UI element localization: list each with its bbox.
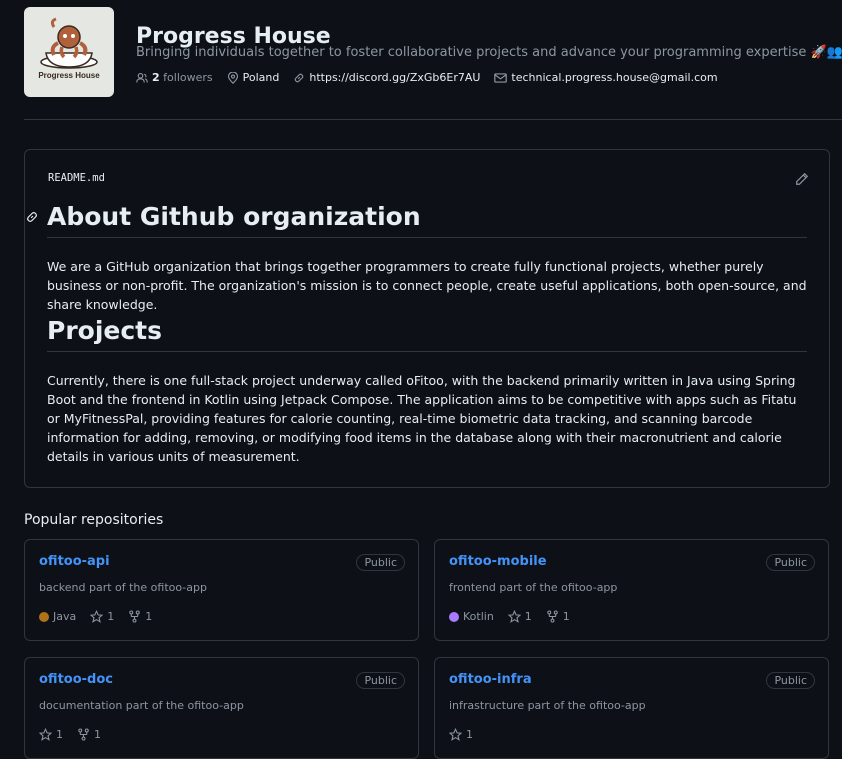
org-header: Progress House Progress House Bringing i… [24, 7, 842, 119]
email-text: technical.progress.house@gmail.com [511, 71, 718, 84]
popular-repos-title: Popular repositories [24, 512, 164, 528]
repo-description: backend part of the ofitoo-app [39, 581, 207, 594]
language-color-dot [39, 611, 49, 622]
stars-count: 1 [107, 610, 115, 623]
stars-link[interactable]: 1 [507, 610, 532, 623]
org-logo[interactable]: Progress House [24, 7, 114, 97]
repo-name-link[interactable]: ofitoo-mobile [449, 554, 547, 569]
forks-count: 1 [145, 610, 153, 623]
star-icon [449, 728, 462, 741]
repo-meta: Kotlin 1 1 [449, 610, 584, 623]
repo-name-link[interactable]: ofitoo-infra [449, 672, 532, 687]
fork-icon [129, 610, 140, 623]
readme-paragraph-about: We are a GitHub organization that brings… [47, 259, 807, 312]
repo-meta: 1 1 [39, 728, 115, 741]
repo-card: ofitoo-doc Public documentation part of … [24, 657, 419, 759]
visibility-badge: Public [766, 672, 815, 689]
followers-label: followers [163, 71, 213, 84]
readme-filename[interactable]: README.md [48, 172, 105, 184]
org-description: Bringing individuals together to foster … [136, 45, 842, 60]
language-color-dot [449, 611, 459, 622]
forks-link[interactable]: 1 [128, 610, 152, 623]
location: Poland [227, 71, 280, 84]
logo-wordmark: Progress House [38, 71, 100, 80]
fork-icon [78, 728, 89, 741]
readme-paragraph-projects: Currently, there is one full-stack proje… [47, 373, 797, 464]
repo-card: ofitoo-infra Public infrastructure part … [434, 657, 829, 759]
visibility-badge: Public [766, 554, 815, 571]
repo-name-link[interactable]: ofitoo-api [39, 554, 110, 569]
readme-panel: README.md About Github organization We a… [24, 149, 830, 488]
repo-meta: 1 [449, 728, 487, 741]
repo-card: ofitoo-api Public backend part of the of… [24, 539, 419, 641]
fork-icon [547, 610, 558, 623]
repo-description: frontend part of the ofitoo-app [449, 581, 618, 594]
stars-link[interactable]: 1 [90, 610, 114, 623]
repo-description: infrastructure part of the ofitoo-app [449, 699, 646, 712]
website-text: https://discord.gg/ZxGb6Er7AU [309, 71, 481, 84]
followers-link[interactable]: 2 followers [136, 71, 213, 84]
stars-link[interactable]: 1 [449, 728, 473, 741]
pencil-icon[interactable] [795, 172, 809, 186]
link-icon [295, 73, 304, 82]
mail-icon [494, 72, 508, 83]
repo-meta: Java 1 1 [39, 610, 166, 623]
stars-link[interactable]: 1 [39, 728, 63, 741]
anchor-link-icon[interactable] [25, 210, 39, 224]
forks-link[interactable]: 1 [546, 610, 570, 623]
repo-language: Kotlin [449, 610, 494, 623]
star-icon [90, 610, 104, 623]
stars-count: 1 [466, 728, 473, 741]
forks-link[interactable]: 1 [77, 728, 101, 741]
website-link[interactable]: https://discord.gg/ZxGb6Er7AU [293, 71, 480, 84]
stars-count: 1 [56, 728, 63, 741]
email-link[interactable]: technical.progress.house@gmail.com [494, 71, 718, 84]
readme-heading-about: About Github organization [47, 202, 807, 238]
language-name: Java [53, 610, 77, 623]
visibility-badge: Public [356, 672, 405, 689]
star-icon [507, 610, 521, 623]
repo-language: Java [39, 610, 76, 623]
followers-count: 2 [152, 71, 160, 84]
location-text: Poland [242, 71, 280, 84]
star-icon [39, 728, 52, 741]
forks-count: 1 [562, 610, 570, 623]
repo-card: ofitoo-mobile Public frontend part of th… [434, 539, 829, 641]
language-name: Kotlin [463, 610, 494, 623]
org-meta: 2 followers Poland https://discord.gg/Zx… [136, 71, 732, 84]
visibility-badge: Public [356, 554, 405, 571]
forks-count: 1 [94, 728, 101, 741]
octopus-logo-icon [40, 17, 98, 69]
header-divider [24, 119, 842, 120]
repo-description: documentation part of the ofitoo-app [39, 699, 244, 712]
repo-name-link[interactable]: ofitoo-doc [39, 672, 113, 687]
stars-count: 1 [524, 610, 532, 623]
readme-heading-projects: Projects [47, 316, 807, 352]
location-pin-icon [227, 71, 238, 84]
people-icon [136, 72, 148, 83]
